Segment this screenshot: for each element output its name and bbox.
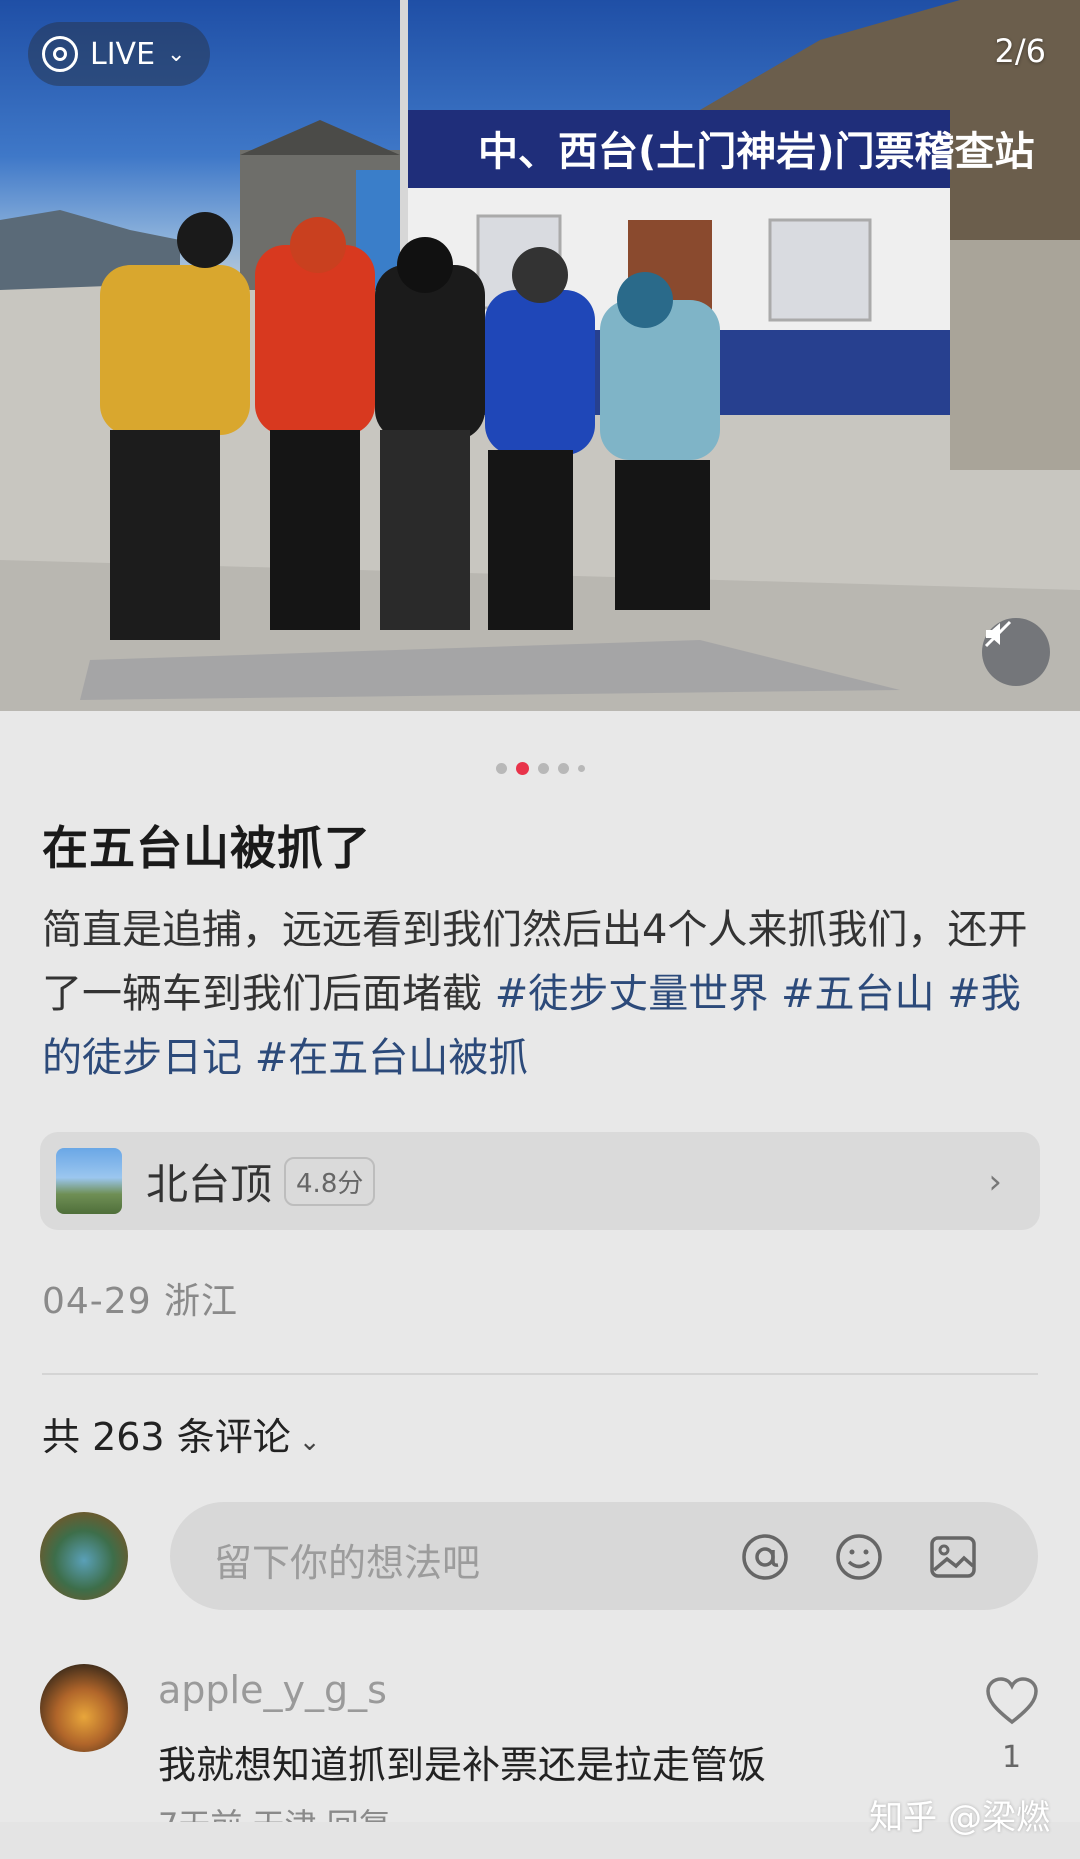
speaker-muted-icon (984, 620, 1012, 648)
heart-icon[interactable] (984, 1676, 1040, 1726)
image-picker-icon[interactable] (928, 1532, 978, 1582)
comment-avatar[interactable] (40, 1664, 128, 1752)
pager-dot-active (515, 762, 529, 775)
divider (42, 1373, 1038, 1375)
pager-dot (495, 763, 507, 774)
pager-dot (537, 763, 549, 774)
location-thumbnail (56, 1148, 122, 1214)
live-icon (42, 36, 78, 72)
hashtag-link[interactable]: #五台山 (781, 971, 935, 1017)
comment-username[interactable]: apple_y_g_s (158, 1668, 387, 1712)
chevron-right-icon: › (988, 1162, 1002, 1202)
booth-sign-text: 中、西台(土门神岩)门票稽查站 (478, 129, 1035, 175)
live-photo-badge[interactable]: LIVE ⌄ (28, 22, 210, 86)
image-pager (0, 762, 1080, 775)
photo-counter: 2/6 (994, 32, 1047, 70)
emoji-icon[interactable] (834, 1532, 884, 1582)
location-score: 4.8分 (284, 1156, 376, 1206)
mute-button[interactable] (982, 618, 1050, 686)
comments-count-label: 共 263 条评论 (42, 1415, 291, 1459)
chevron-down-icon: ⌄ (167, 41, 186, 67)
comments-count-toggle[interactable]: 共 263 条评论 ⌄ (42, 1406, 321, 1461)
post-meta: 04-29 浙江 (42, 1281, 239, 1322)
photo-scene: 中、西台(土门神岩)门票稽查站 (0, 0, 1080, 711)
location-name: 北台顶 (146, 1159, 273, 1209)
hashtag-link[interactable]: #徒步丈量世界 (495, 971, 769, 1017)
chevron-down-icon: ⌄ (298, 1427, 321, 1457)
comment-text: 我就想知道抓到是补票还是拉走管饭 (158, 1743, 767, 1787)
at-mention-icon[interactable] (740, 1532, 790, 1582)
post-body: 简直是追捕，远远看到我们然后出4个人来抓我们，还开了一辆车到我们后面堵截 #徒步… (42, 898, 1042, 1090)
comment-input-placeholder: 留下你的想法吧 (214, 1541, 481, 1585)
hashtag-link[interactable]: #在五台山被抓 (255, 1035, 529, 1081)
comment-like-count: 1 (1002, 1740, 1022, 1775)
post-photo[interactable]: 中、西台(土门神岩)门票稽查站 LIVE ⌄ 2/6 (0, 0, 1080, 711)
comment-input[interactable]: 留下你的想法吧 (170, 1502, 1038, 1610)
my-avatar[interactable] (40, 1512, 128, 1600)
live-label: LIVE (90, 36, 156, 72)
pager-dot (557, 763, 569, 774)
post-title: 在五台山被抓了 (42, 821, 371, 875)
pager-dot (577, 765, 585, 772)
location-card[interactable]: 北台顶 4.8分 › (40, 1132, 1040, 1230)
comment-meta: 7天前 天津 回复 (158, 1800, 391, 1824)
watermark: 知乎 @梁燃 (869, 1798, 1050, 1838)
